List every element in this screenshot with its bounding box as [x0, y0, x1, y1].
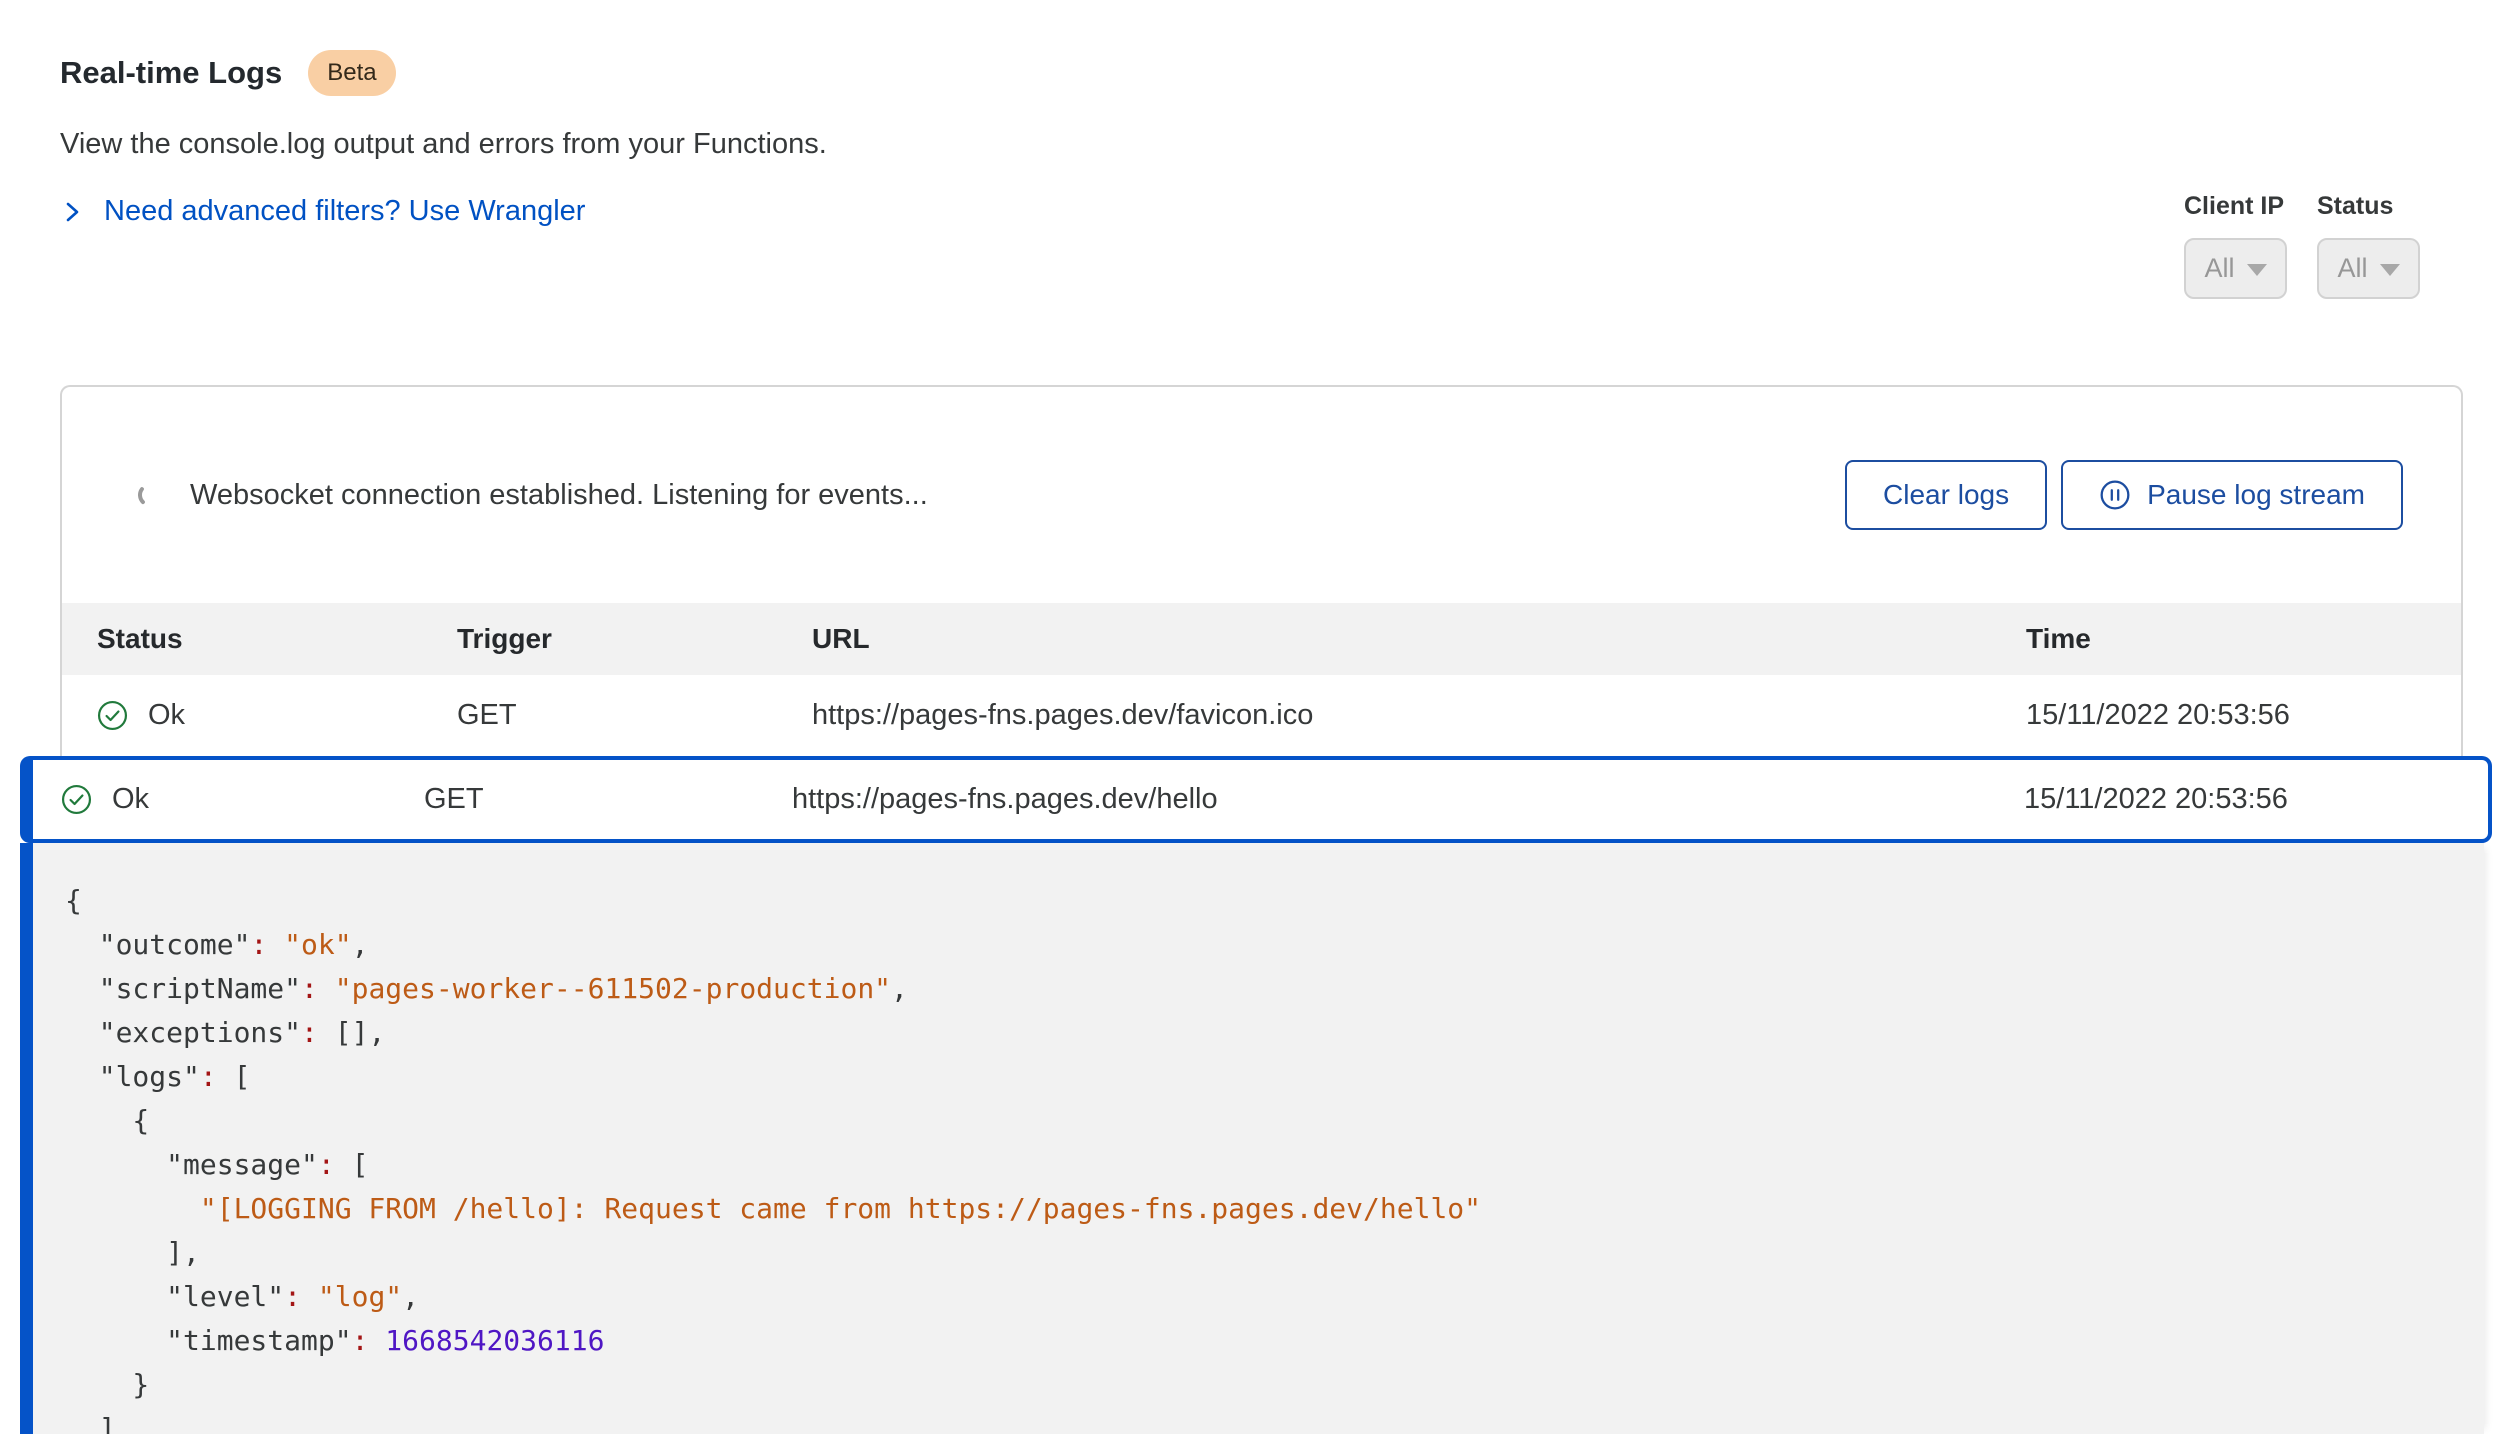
status-select[interactable]: All	[2317, 238, 2420, 299]
column-header-trigger: Trigger	[457, 623, 812, 655]
websocket-status-message: Websocket connection established. Listen…	[190, 479, 928, 512]
pause-log-stream-label: Pause log stream	[2147, 479, 2365, 511]
status-cell: Ok	[97, 699, 457, 732]
page-title: Real-time Logs	[60, 55, 282, 91]
client-ip-filter-group: Client IP All	[2184, 192, 2287, 299]
realtime-logs-page: Real-time Logs Beta View the console.log…	[0, 0, 2508, 1434]
expanded-log-row[interactable]: Ok GET https://pages-fns.pages.dev/hello…	[20, 756, 2492, 843]
logs-card: Websocket connection established. Listen…	[60, 385, 2463, 757]
title-row: Real-time Logs Beta	[60, 50, 827, 96]
logs-toolbar: Websocket connection established. Listen…	[62, 387, 2461, 603]
table-header: Status Trigger URL Time	[62, 603, 2461, 675]
beta-badge: Beta	[308, 50, 395, 96]
column-header-status: Status	[97, 623, 457, 655]
toolbar-buttons: Clear logs Pause log stream	[1845, 460, 2403, 530]
page-header: Real-time Logs Beta View the console.log…	[60, 50, 827, 228]
status-value: Ok	[112, 783, 149, 816]
json-viewer: { "outcome": "ok", "scriptName": "pages-…	[65, 879, 2444, 1434]
client-ip-value: All	[2204, 253, 2234, 284]
clear-logs-button[interactable]: Clear logs	[1845, 460, 2047, 530]
url-value: https://pages-fns.pages.dev/favicon.ico	[812, 699, 2026, 732]
time-value: 15/11/2022 20:53:56	[2026, 699, 2426, 732]
pause-icon	[2099, 479, 2131, 511]
url-value: https://pages-fns.pages.dev/hello	[792, 783, 2024, 816]
filters: Client IP All Status All	[2184, 192, 2420, 299]
chevron-right-icon	[60, 198, 84, 226]
status-filter-value: All	[2337, 253, 2367, 284]
expanded-log-entry: Ok GET https://pages-fns.pages.dev/hello…	[20, 756, 2492, 1434]
caret-down-icon	[2380, 264, 2400, 276]
trigger-value: GET	[457, 699, 812, 732]
pause-log-stream-button[interactable]: Pause log stream	[2061, 460, 2403, 530]
trigger-value: GET	[424, 783, 792, 816]
page-subtitle: View the console.log output and errors f…	[60, 128, 827, 161]
status-filter-label: Status	[2317, 192, 2420, 221]
status-filter-group: Status All	[2317, 192, 2420, 299]
check-circle-icon	[61, 784, 92, 815]
column-header-time: Time	[2026, 623, 2426, 655]
status-value: Ok	[148, 699, 185, 732]
spinner-icon	[136, 481, 164, 509]
log-json-panel: { "outcome": "ok", "scriptName": "pages-…	[20, 843, 2484, 1434]
client-ip-label: Client IP	[2184, 192, 2287, 221]
wrangler-link-row[interactable]: Need advanced filters? Use Wrangler	[60, 195, 585, 228]
caret-down-icon	[2247, 264, 2267, 276]
column-header-url: URL	[812, 623, 2026, 655]
wrangler-link[interactable]: Need advanced filters? Use Wrangler	[104, 195, 585, 228]
log-table-row[interactable]: Ok GET https://pages-fns.pages.dev/favic…	[62, 675, 2461, 756]
clear-logs-label: Clear logs	[1883, 479, 2009, 511]
client-ip-select[interactable]: All	[2184, 238, 2287, 299]
check-circle-icon	[97, 700, 128, 731]
status-cell: Ok	[61, 783, 424, 816]
time-value: 15/11/2022 20:53:56	[2024, 783, 2452, 816]
